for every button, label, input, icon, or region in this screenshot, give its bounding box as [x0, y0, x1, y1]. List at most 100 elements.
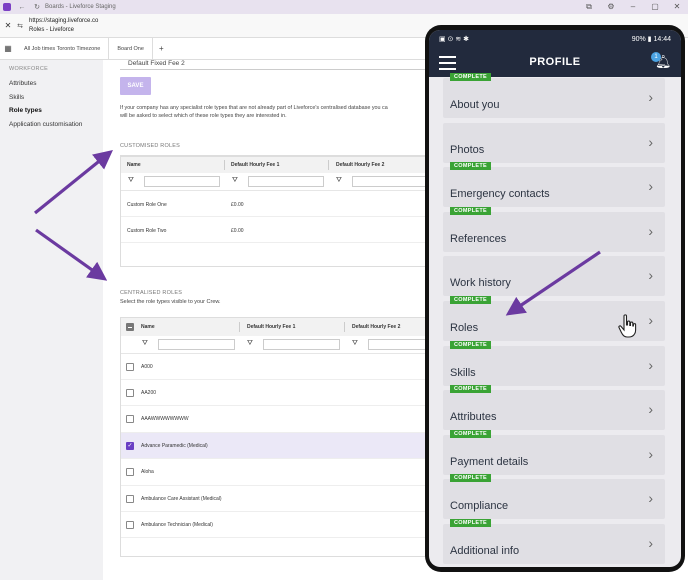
table-row[interactable]: AAAWWWWWWWW: [121, 406, 425, 433]
column-header-fee2[interactable]: Default Hourly Fee 2: [336, 162, 384, 168]
sidebar-item-application-customisation[interactable]: Application customisation: [0, 118, 103, 132]
role-name: AA200: [141, 390, 157, 396]
profile-item-label: Roles: [450, 322, 479, 334]
profile-item-payment-details[interactable]: COMPLETE Payment details ›: [443, 429, 665, 475]
profile-item-compliance[interactable]: COMPLETE Compliance ›: [443, 474, 665, 520]
address-info[interactable]: https://staging.liveforce.co Roles - Liv…: [29, 17, 98, 35]
column-header-name[interactable]: Name: [141, 324, 155, 330]
phone-status-bar: ▣ ⊙ ≋ ✱ 90% ▮ 14:44: [429, 30, 681, 47]
chevron-right-icon: ›: [648, 445, 653, 462]
table-row[interactable]: Custom Role Two £0.00: [121, 217, 425, 243]
maximize-button[interactable]: ▢: [644, 2, 666, 12]
window-title-bar: ← ↻ Boards - Liveforce Staging ⧉ ⚙ – ▢ ✕: [0, 0, 688, 14]
table-row[interactable]: Ambulance Technician (Medical): [121, 512, 425, 538]
row-checkbox[interactable]: [126, 495, 134, 503]
profile-item-label: Compliance: [450, 500, 509, 513]
window-title: Boards - Liveforce Staging: [45, 4, 116, 10]
profile-item-about-you[interactable]: COMPLETE About you ›: [443, 73, 665, 118]
filter-icon[interactable]: ⛛: [128, 177, 134, 185]
name-filter-input[interactable]: [158, 339, 235, 350]
row-checkbox[interactable]: [126, 521, 134, 529]
sidebar-section-heading: WORKFORCE: [9, 66, 49, 72]
default-fixed-fee-field[interactable]: Default Fixed Fee 2: [120, 60, 425, 70]
table-row[interactable]: Ambulance Care Assistant (Medical): [121, 486, 425, 512]
extensions-icon[interactable]: ⧉: [578, 2, 600, 12]
complete-badge: COMPLETE: [450, 385, 491, 394]
customised-roles-heading: CUSTOMISED ROLES: [120, 143, 180, 149]
row-checkbox[interactable]: [126, 389, 134, 397]
fee1-filter-input[interactable]: [248, 176, 324, 187]
role-name: Advance Paramedic (Medical): [141, 443, 208, 449]
column-header-fee2[interactable]: Default Hourly Fee 2: [352, 324, 400, 330]
address-url: https://staging.liveforce.co: [29, 17, 99, 24]
phone-frame: ▣ ⊙ ≋ ✱ 90% ▮ 14:44 PROFILE 🔔︎ 1 COMPLET…: [425, 25, 685, 572]
chevron-right-icon: ›: [648, 222, 653, 239]
profile-item-emergency-contacts[interactable]: COMPLETE Emergency contacts ›: [443, 162, 665, 208]
phone-screen: ▣ ⊙ ≋ ✱ 90% ▮ 14:44 PROFILE 🔔︎ 1 COMPLET…: [429, 30, 681, 567]
profile-item-label: Attributes: [450, 411, 497, 424]
add-tab-button[interactable]: +: [153, 44, 170, 53]
fee2-filter-input[interactable]: [352, 176, 425, 187]
back-arrow-icon[interactable]: ←: [18, 3, 26, 11]
sidebar-item-skills[interactable]: Skills: [0, 91, 103, 105]
page-title: PROFILE: [529, 56, 581, 68]
profile-item-photos[interactable]: Photos ›: [443, 122, 665, 163]
app-logo-icon: [3, 3, 11, 11]
chevron-right-icon: ›: [648, 267, 653, 284]
table-row[interactable]: Aloha: [121, 459, 425, 486]
notification-badge: 1: [651, 52, 661, 62]
site-settings-icon[interactable]: ⇆: [14, 22, 26, 30]
profile-item-additional-info[interactable]: COMPLETE Additional info ›: [443, 519, 665, 564]
column-header-name[interactable]: Name: [127, 162, 141, 168]
filter-icon[interactable]: ⛛: [247, 340, 253, 348]
customised-roles-table: Name Default Hourly Fee 1 Default Hourly…: [120, 156, 425, 267]
tab-all-job-times[interactable]: All Job times Toronto Timezone: [16, 37, 110, 60]
chevron-right-icon: ›: [648, 490, 653, 507]
board-tab-bar: ▦ All Job times Toronto Timezone Board O…: [0, 37, 425, 60]
role-name: AAAWWWWWWWW: [141, 416, 189, 422]
sidebar-item-role-types[interactable]: Role types: [0, 104, 103, 118]
name-filter-input[interactable]: [144, 176, 220, 187]
column-divider: [224, 160, 225, 170]
fee1-filter-input[interactable]: [263, 339, 340, 350]
filter-icon[interactable]: ⛛: [352, 340, 358, 348]
main-content: Default Fixed Fee 2 SAVE If your company…: [103, 60, 425, 580]
table-row-selected[interactable]: ✓ Advance Paramedic (Medical): [121, 433, 425, 459]
table-row[interactable]: A000: [121, 354, 425, 380]
role-name: Custom Role One: [127, 202, 167, 208]
profile-item-references[interactable]: COMPLETE References ›: [443, 206, 665, 252]
settings-icon[interactable]: ⚙: [600, 2, 622, 12]
column-header-fee1[interactable]: Default Hourly Fee 1: [231, 162, 279, 168]
complete-badge: COMPLETE: [450, 73, 491, 81]
complete-badge: COMPLETE: [450, 429, 491, 438]
close-icon[interactable]: ✕: [2, 21, 14, 30]
close-window-button[interactable]: ✕: [666, 2, 688, 12]
column-header-fee1[interactable]: Default Hourly Fee 1: [247, 324, 295, 330]
fee2-filter-input[interactable]: [368, 339, 425, 350]
table-row[interactable]: AA200: [121, 380, 425, 406]
complete-badge: COMPLETE: [450, 206, 491, 215]
filter-icon[interactable]: ⛛: [336, 177, 342, 185]
reload-icon[interactable]: ↻: [33, 3, 41, 11]
row-checkbox-checked[interactable]: ✓: [126, 442, 134, 450]
row-checkbox[interactable]: [126, 468, 134, 476]
menu-grid-icon[interactable]: ▦: [0, 44, 16, 53]
select-all-checkbox[interactable]: [126, 323, 134, 331]
row-checkbox[interactable]: [126, 415, 134, 423]
sidebar-item-attributes[interactable]: Attributes: [0, 77, 103, 91]
profile-item-attributes[interactable]: COMPLETE Attributes ›: [443, 385, 665, 431]
profile-item-skills[interactable]: COMPLETE Skills ›: [443, 340, 665, 386]
save-button[interactable]: SAVE: [120, 77, 151, 95]
filter-icon[interactable]: ⛛: [232, 177, 238, 185]
minimize-button[interactable]: –: [622, 2, 644, 12]
tab-board-one[interactable]: Board One: [109, 37, 153, 60]
table-row[interactable]: Custom Role One £0.00: [121, 191, 425, 217]
filter-icon[interactable]: ⛛: [142, 340, 148, 348]
table-header: Name Default Hourly Fee 1 Default Hourly…: [121, 157, 425, 173]
info-line-1: If your company has any specialist role …: [120, 105, 388, 111]
row-checkbox[interactable]: [126, 363, 134, 371]
centralised-roles-heading: CENTRALISED ROLES: [120, 290, 183, 296]
profile-item-work-history[interactable]: Work history ›: [443, 256, 665, 297]
complete-badge: COMPLETE: [450, 162, 491, 171]
role-name: Aloha: [141, 469, 154, 475]
